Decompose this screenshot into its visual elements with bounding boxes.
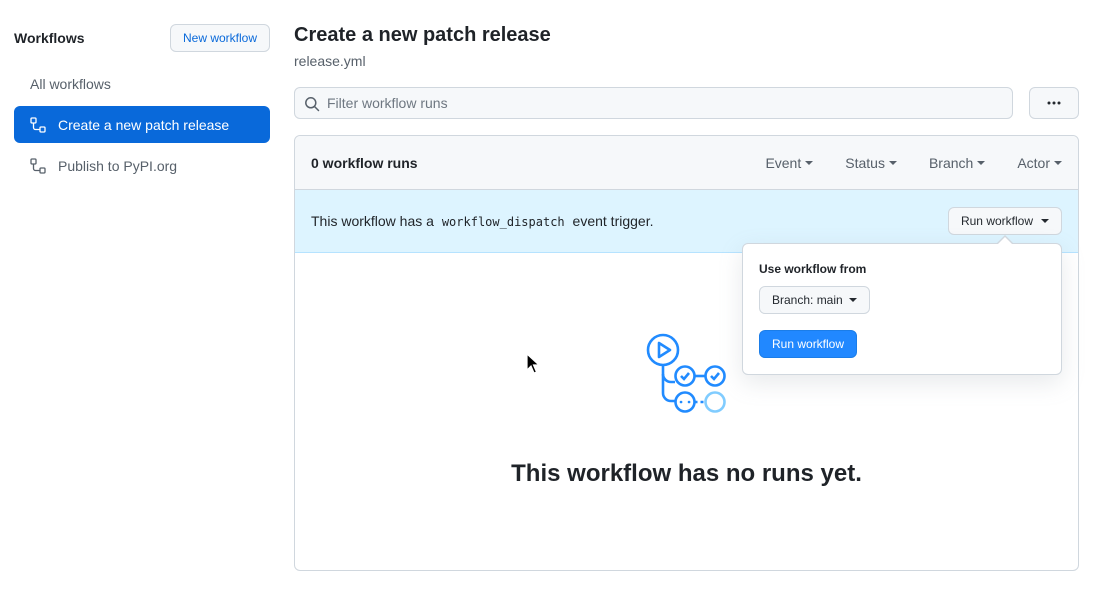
run-workflow-label: Run workflow	[960, 214, 1033, 228]
filter-search-box	[294, 87, 1013, 119]
branch-filter-dropdown[interactable]: Branch	[928, 154, 986, 171]
page-title: Create a new patch release	[294, 24, 551, 46]
kebab-horizontal-icon	[1047, 101, 1061, 105]
search-icon	[305, 97, 320, 112]
sidebar-item-publish-pypi[interactable]: Publish to PyPI.org	[14, 147, 270, 184]
chevron-down-icon	[805, 160, 814, 165]
branch-select-button[interactable]: Branch: main	[759, 286, 870, 314]
sidebar-item-label: Create a new patch release	[58, 116, 230, 133]
sidebar-item-label: All workflows	[30, 75, 111, 92]
sidebar-header: Workflows New workflow	[14, 24, 270, 52]
workflows-sidebar: Workflows New workflow All workflows Cre…	[14, 24, 270, 188]
empty-state-title: This workflow has no runs yet.	[511, 460, 862, 487]
filter-label: Actor	[1017, 154, 1050, 171]
filter-label: Branch	[928, 154, 974, 171]
branch-label: Branch: main	[772, 293, 843, 307]
dispatch-message: This workflow has a workflow_dispatch ev…	[311, 213, 948, 229]
dispatch-suffix: event trigger.	[572, 213, 654, 229]
use-workflow-from-label: Use workflow from	[759, 262, 867, 276]
sidebar-item-label: Publish to PyPI.org	[58, 157, 178, 174]
dispatch-prefix: This workflow has a	[311, 213, 434, 229]
run-workflow-popover: Use workflow from Branch: main Run workf…	[742, 235, 1062, 375]
chevron-down-icon	[1041, 219, 1049, 223]
run-workflow-dropdown-button[interactable]: Run workflow	[947, 207, 1062, 235]
workflow-filename-link[interactable]: release.yml	[294, 53, 1079, 69]
filter-workflow-runs-input[interactable]	[295, 88, 1012, 118]
run-workflow-submit-button[interactable]: Run workflow	[759, 330, 858, 358]
dispatch-code: workflow_dispatch	[441, 215, 565, 229]
sidebar-item-all-workflows[interactable]: All workflows	[14, 65, 270, 102]
filter-label: Status	[845, 154, 885, 171]
mouse-cursor-icon	[526, 353, 540, 374]
more-options-button[interactable]	[1029, 87, 1079, 119]
filter-label: Event	[765, 154, 802, 171]
runs-count: 0 workflow runs	[311, 154, 418, 171]
filter-row	[294, 87, 1079, 119]
sidebar-title: Workflows	[14, 30, 85, 46]
status-filter-dropdown[interactable]: Status	[845, 155, 897, 171]
workflow-icon	[30, 157, 46, 174]
new-workflow-button[interactable]: New workflow	[169, 24, 270, 52]
chevron-down-icon	[977, 160, 986, 165]
actions-workflow-illustration-icon	[646, 333, 726, 413]
chevron-down-icon	[1054, 160, 1062, 165]
chevron-down-icon	[848, 298, 857, 302]
chevron-down-icon	[888, 160, 897, 165]
actor-filter-dropdown[interactable]: Actor	[1017, 155, 1062, 171]
sidebar-item-create-patch-release[interactable]: Create a new patch release	[14, 106, 270, 143]
workflow-icon	[30, 116, 46, 133]
event-filter-dropdown[interactable]: Event	[765, 154, 814, 171]
runs-header: 0 workflow runs Event Status Branch Acto…	[295, 136, 1078, 190]
